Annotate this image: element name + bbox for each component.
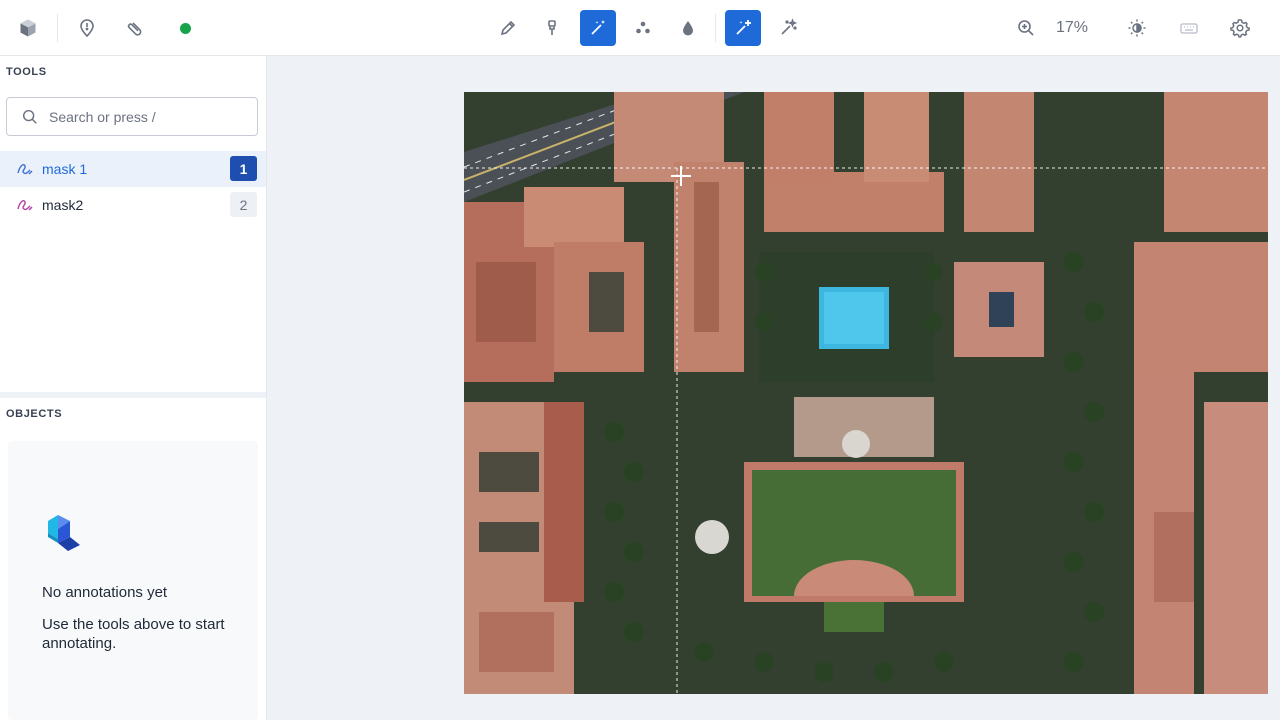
zoom-level[interactable]: 17%: [1056, 19, 1088, 37]
mask-brush-icon: [17, 164, 33, 175]
magic-wand-plus-icon[interactable]: [725, 10, 761, 46]
left-sidebar: TOOLS mask 1 1 mask2 2 OBJECTS No annota…: [0, 56, 267, 720]
tool-search-field[interactable]: [6, 97, 258, 136]
aerial-photo: [464, 92, 1268, 694]
tool-label: mask 1: [42, 161, 88, 177]
search-input[interactable]: [49, 106, 249, 128]
keyboard-icon[interactable]: [1171, 10, 1207, 46]
keypoints-icon[interactable]: [625, 10, 661, 46]
magic-wand-outline-icon[interactable]: [770, 10, 806, 46]
cube-icon[interactable]: [10, 10, 46, 46]
brightness-icon[interactable]: [1119, 10, 1155, 46]
toolbar-divider: [57, 14, 58, 42]
magic-wand-icon[interactable]: [580, 10, 616, 46]
toolbar-divider: [715, 14, 716, 42]
map-pin-icon[interactable]: [69, 10, 105, 46]
section-divider: [0, 392, 266, 398]
objects-section-title: OBJECTS: [6, 408, 63, 420]
crosshair-cursor-icon: [671, 166, 691, 186]
zoom-in-icon[interactable]: [1008, 10, 1044, 46]
pencil-icon[interactable]: [490, 10, 526, 46]
settings-icon[interactable]: [1222, 10, 1258, 46]
drop-icon[interactable]: [670, 10, 706, 46]
tool-item-mask2[interactable]: mask2 2: [0, 187, 266, 223]
tool-shortcut-badge: 2: [230, 192, 257, 217]
aerial-image[interactable]: [464, 92, 1268, 694]
app-logo-icon: [48, 515, 80, 551]
empty-state-subtitle: Use the tools above to start annotating.: [42, 616, 225, 652]
brush-icon[interactable]: [534, 10, 570, 46]
tool-label: mask2: [42, 197, 84, 213]
tool-item-mask-1[interactable]: mask 1 1: [0, 151, 266, 187]
status-dot: [180, 23, 191, 34]
empty-state-title: No annotations yet: [42, 584, 168, 601]
tools-section-title: TOOLS: [6, 66, 47, 78]
empty-state-card: No annotations yet Use the tools above t…: [8, 441, 258, 720]
paperclip-icon[interactable]: [117, 10, 153, 46]
mask-brush-icon: [17, 200, 33, 211]
top-toolbar: 17%: [0, 0, 1280, 56]
search-icon: [22, 109, 37, 124]
tool-shortcut-badge: 1: [230, 156, 257, 181]
